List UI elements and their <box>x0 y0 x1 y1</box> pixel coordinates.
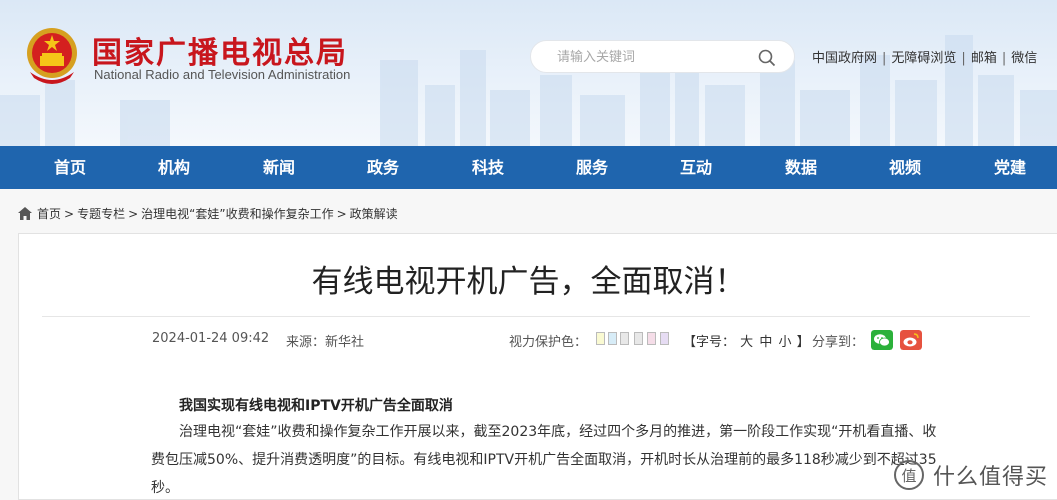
eye-color-swatch-3[interactable] <box>620 332 629 345</box>
nav-item-interaction[interactable]: 互动 <box>656 146 736 189</box>
link-gov-portal[interactable]: 中国政府网 <box>812 51 877 66</box>
nav-item-institutions[interactable]: 机构 <box>134 146 214 189</box>
search-input[interactable] <box>557 48 757 66</box>
publish-datetime: 2024-01-24 09:42 <box>152 331 270 346</box>
share-label: 分享到： <box>812 335 865 350</box>
nav-item-data[interactable]: 数据 <box>761 146 841 189</box>
breadcrumb-policy-interpretation[interactable]: 政策解读 <box>350 205 398 222</box>
watermark-text: 什么值得买 <box>933 465 1049 490</box>
nav-item-technology[interactable]: 科技 <box>448 146 528 189</box>
nav-item-government-affairs[interactable]: 政务 <box>343 146 423 189</box>
breadcrumb-special-topics[interactable]: 专题专栏 <box>77 205 125 222</box>
eye-color-swatch-1[interactable] <box>596 332 605 345</box>
article-paragraph: 治理电视“套娃”收费和操作复杂工作开展以来，截至2023年底，经过四个多月的推进… <box>151 424 937 496</box>
article-lead: 我国实现有线电视和IPTV开机广告全面取消 <box>179 398 453 414</box>
eye-color-swatch-6[interactable] <box>660 332 669 345</box>
font-size-medium[interactable]: 中 <box>759 335 772 350</box>
site-title: 国家广播电视总局 <box>92 36 348 71</box>
breadcrumb-separator: > <box>336 206 347 221</box>
nav-item-party-building[interactable]: 党建 <box>970 146 1050 189</box>
link-accessibility[interactable]: 无障碍浏览 <box>891 51 956 66</box>
nav-item-video[interactable]: 视频 <box>865 146 945 189</box>
site-header: 国家广播电视总局 National Radio and Television A… <box>0 0 1057 146</box>
search-icon[interactable] <box>757 48 777 68</box>
eye-protection-label: 视力保护色： <box>509 335 588 350</box>
wechat-share-icon[interactable] <box>871 330 893 350</box>
font-size-open: 【字号： <box>683 335 736 350</box>
search-box <box>530 40 795 73</box>
divider: | <box>961 51 966 66</box>
font-size-close: 】 <box>796 335 810 350</box>
eye-color-swatch-5[interactable] <box>647 332 656 345</box>
breadcrumb: 首页 > 专题专栏 > 治理电视“套娃”收费和操作复杂工作 > 政策解读 <box>18 205 398 222</box>
link-wechat[interactable]: 微信 <box>1011 51 1037 66</box>
title-divider <box>42 316 1030 317</box>
breadcrumb-topic[interactable]: 治理电视“套娃”收费和操作复杂工作 <box>141 205 333 222</box>
font-size-control: 【字号： 大 中 小 】 <box>683 331 810 350</box>
breadcrumb-separator: > <box>128 206 139 221</box>
eye-color-swatch-4[interactable] <box>634 332 643 345</box>
font-size-large[interactable]: 大 <box>740 335 753 350</box>
divider: | <box>1001 51 1007 66</box>
breadcrumb-home[interactable]: 首页 <box>37 205 61 222</box>
font-size-small[interactable]: 小 <box>778 335 791 350</box>
eye-color-swatch-2[interactable] <box>608 332 617 345</box>
article-source: 来源：新华社 <box>286 335 365 350</box>
main-nav: 首页 机构 新闻 政务 科技 服务 互动 数据 视频 党建 <box>0 146 1057 189</box>
home-icon <box>18 207 32 220</box>
svg-text:值: 值 <box>901 467 916 485</box>
nav-item-news[interactable]: 新闻 <box>239 146 319 189</box>
breadcrumb-separator: > <box>64 206 75 221</box>
site-watermark: 值 什么值得买 <box>893 455 1048 495</box>
nav-item-services[interactable]: 服务 <box>552 146 632 189</box>
top-links: 中国政府网 | 无障碍浏览 | 邮箱 | 微信 <box>812 47 1037 66</box>
divider: | <box>882 51 887 66</box>
national-emblem-logo <box>27 28 77 84</box>
watermark-logo-icon: 值 <box>894 460 924 490</box>
article-title: 有线电视开机广告，全面取消！ <box>311 264 746 300</box>
link-mailbox[interactable]: 邮箱 <box>971 51 997 66</box>
weibo-share-icon[interactable] <box>900 330 922 350</box>
nav-item-home[interactable]: 首页 <box>30 146 110 189</box>
site-subtitle: National Radio and Television Administra… <box>94 67 351 82</box>
